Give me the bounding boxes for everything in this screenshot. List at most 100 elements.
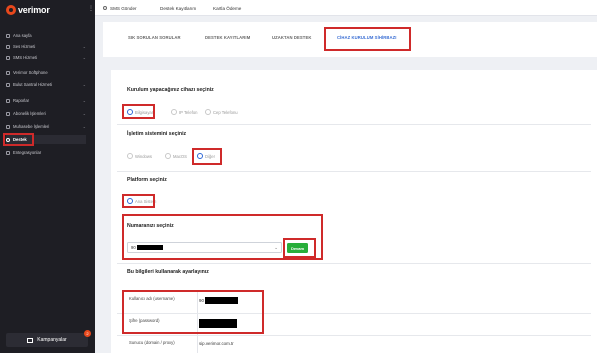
phone-icon xyxy=(6,44,10,49)
gift-icon xyxy=(27,337,34,343)
tab-faq[interactable]: SIK SORULAN SORULAR xyxy=(128,35,181,40)
top-nav-label: SMS Gönder xyxy=(110,5,137,11)
top-nav-sms-send[interactable]: SMS Gönder xyxy=(103,0,137,16)
chevron-down-icon: ⌄ xyxy=(82,82,86,87)
plug-icon xyxy=(6,150,10,155)
sidebar-item-label: Bulut Santral Hizmeti xyxy=(13,82,53,87)
sidebar-toggle-icon[interactable]: ⋮ xyxy=(88,6,94,12)
radio-label: Windows xyxy=(135,153,152,159)
username-prefix: 90 xyxy=(199,298,204,303)
sidebar-item-cloud-pbx[interactable]: Bulut Santral Hizmeti ⌄ xyxy=(6,80,86,89)
radio-windows[interactable]: Windows xyxy=(127,153,152,159)
message-icon xyxy=(6,55,10,60)
chevron-down-icon: ⌄ xyxy=(82,55,86,60)
radio-label: MacOS xyxy=(173,153,187,159)
top-nav-card-payment[interactable]: Kartla Ödeme xyxy=(213,0,241,16)
chevron-down-icon: ⌄ xyxy=(82,124,86,129)
sidebar-item-subscription[interactable]: Abonelik İşlemleri ⌄ xyxy=(6,109,86,118)
top-nav-support-records[interactable]: Destek Kayıtlarım xyxy=(160,0,196,16)
password-value xyxy=(199,319,237,328)
radio-main-system[interactable]: Ana Sistem xyxy=(127,198,156,204)
top-nav-label: Kartla Ödeme xyxy=(213,5,242,11)
redacted-username xyxy=(204,297,238,304)
server-row: Sunucu (domain / proxy) sip.verimor.com.… xyxy=(117,336,591,353)
username-value: 90 xyxy=(199,297,238,304)
radio-mobile-phone[interactable]: Cep Telefonu xyxy=(205,109,238,115)
sidebar-item-label: Entegrasyonlar xyxy=(13,150,42,155)
radio-circle xyxy=(127,153,133,159)
lifebuoy-icon xyxy=(6,137,10,142)
sidebar-item-voice[interactable]: Ses Hizmeti ⌄ xyxy=(6,42,86,51)
device-question: Kurulum yapacağınız cihazı seçiniz xyxy=(127,87,214,93)
sidebar-item-support[interactable]: Destek xyxy=(6,135,86,144)
radio-circle xyxy=(205,109,211,115)
radio-label: Ana Sistem xyxy=(135,198,157,204)
chevron-down-icon: ⌄ xyxy=(82,111,86,116)
wallet-icon xyxy=(6,124,10,129)
sidebar-item-integrations[interactable]: Entegrasyonlar xyxy=(6,148,86,157)
radio-circle xyxy=(127,109,133,115)
home-icon xyxy=(6,33,10,38)
sidebar-item-label: Raporlar xyxy=(13,98,30,103)
section-divider xyxy=(117,171,591,172)
chevron-down-icon: ⌄ xyxy=(82,98,86,103)
sidebar: verimor Ana sayfa Ses Hizmeti ⌄ SMS Hizm… xyxy=(0,0,95,353)
radio-ip-phone[interactable]: IP Telefon xyxy=(171,109,197,115)
campaigns-button[interactable]: Kampanyalar xyxy=(6,333,88,347)
top-navigation: SMS Gönder Destek Kayıtlarım Kartla Ödem… xyxy=(95,0,597,16)
server-domain: sip.verimor.com.tr xyxy=(199,341,234,346)
sidebar-item-softphone[interactable]: Verimor Softphone xyxy=(6,68,86,77)
radio-macos[interactable]: MacOS xyxy=(165,153,187,159)
redacted-number xyxy=(136,245,163,250)
server-label: Sunucu (domain / proxy) xyxy=(129,340,175,345)
chevron-down-icon: ⌄ xyxy=(274,245,278,250)
settings-heading: Bu bilgileri kullanarak ayarlayınız xyxy=(127,269,209,275)
campaign-count-badge: 2 xyxy=(84,330,91,337)
platform-question: Platform seçiniz xyxy=(127,177,167,183)
column-separator xyxy=(197,292,198,314)
column-separator xyxy=(197,336,198,353)
sidebar-item-label: Muhasebe İşlemleri xyxy=(13,124,50,129)
tab-support-records[interactable]: DESTEK KAYITLARIM xyxy=(205,35,250,40)
column-separator xyxy=(197,314,198,336)
radio-circle xyxy=(197,153,203,159)
tab-remote-support[interactable]: UZAKTAN DESTEK xyxy=(272,35,311,40)
radio-label: Diğer xyxy=(205,153,216,159)
chart-icon xyxy=(6,98,10,103)
radio-circle xyxy=(165,153,171,159)
support-tabs: SIK SORULAN SORULAR DESTEK KAYITLARIM UZ… xyxy=(103,22,597,57)
radio-circle xyxy=(171,109,177,115)
username-label: Kullanıcı adı (username) xyxy=(129,296,175,301)
sidebar-item-label: Ses Hizmeti xyxy=(13,44,36,49)
radio-label: Cep Telefonu xyxy=(213,109,238,115)
verimor-logo[interactable]: verimor xyxy=(6,3,64,17)
campaigns-label: Kampanyalar xyxy=(37,337,67,343)
logo-text: verimor xyxy=(18,5,50,15)
sidebar-item-label: Destek xyxy=(13,137,27,142)
sidebar-item-reports[interactable]: Raporlar ⌄ xyxy=(6,96,86,105)
sidebar-item-sms[interactable]: SMS Hizmeti ⌄ xyxy=(6,53,86,62)
password-row: Şifre (password) xyxy=(117,314,591,336)
tab-device-setup-wizard[interactable]: CİHAZ KURULUM SİHİRBAZI xyxy=(337,35,397,40)
continue-button[interactable]: Devam xyxy=(287,243,308,253)
top-nav-label: Destek Kayıtlarım xyxy=(160,5,197,11)
username-row: Kullanıcı adı (username) 90 xyxy=(117,292,591,314)
send-icon xyxy=(103,6,107,10)
selected-number-prefix: 90 xyxy=(131,245,136,250)
os-question: İşletim sistemini seçiniz xyxy=(127,131,187,137)
logo-mark-icon xyxy=(6,5,16,15)
sidebar-item-home[interactable]: Ana sayfa xyxy=(6,31,86,40)
section-divider xyxy=(117,263,591,264)
password-label: Şifre (password) xyxy=(129,318,160,323)
radio-other[interactable]: Diğer xyxy=(197,153,215,159)
radio-circle xyxy=(127,198,133,204)
radio-computer[interactable]: Bilgisayar xyxy=(127,109,153,115)
number-question: Numaranızı seçiniz xyxy=(127,223,174,229)
sidebar-item-label: Abonelik İşlemleri xyxy=(13,111,46,116)
phone-number-select[interactable]: 90 ⌄ xyxy=(127,242,282,253)
headset-icon xyxy=(6,70,10,75)
chevron-down-icon: ⌄ xyxy=(82,44,86,49)
sidebar-item-label: Verimor Softphone xyxy=(13,70,48,75)
sidebar-item-accounting[interactable]: Muhasebe İşlemleri ⌄ xyxy=(6,122,86,131)
redacted-password xyxy=(199,319,237,328)
